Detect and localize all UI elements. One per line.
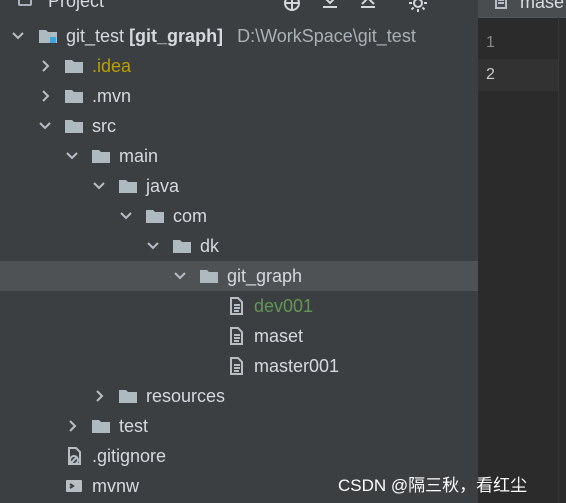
folder-icon — [64, 57, 84, 75]
watermark: CSDN @隔三秋，看红尘 — [338, 476, 528, 495]
tree-label-master001: master001 — [254, 356, 340, 376]
editor-tab-bar: mase — [478, 0, 566, 18]
tree-label-git-graph: git_graph — [227, 266, 303, 286]
gear-icon[interactable] — [407, 0, 429, 14]
chevron-down-icon[interactable] — [37, 118, 53, 134]
editor-panel: mase 1 2 — [478, 0, 566, 503]
terminal-file-icon — [64, 477, 84, 495]
project-tool-window: Project git_test [git_graph] D:\WorkSpac… — [0, 0, 478, 503]
folder-icon — [64, 87, 84, 105]
expand-all-icon[interactable] — [319, 0, 341, 14]
chevron-down-icon[interactable] — [118, 208, 134, 224]
tree-label-test: test — [119, 416, 149, 436]
folder-icon — [118, 177, 138, 195]
tree-label-mvnw: mvnw — [92, 476, 140, 496]
file-icon — [226, 297, 246, 315]
tree-row-com[interactable]: com — [0, 201, 478, 231]
line-number-gutter: 1 2 — [478, 27, 558, 503]
tree-label-mvn: .mvn — [92, 86, 132, 106]
tree-label-maset: maset — [254, 326, 304, 346]
tree-row-mvn[interactable]: .mvn — [0, 81, 478, 111]
chevron-right-icon[interactable] — [37, 88, 53, 104]
folder-icon — [118, 387, 138, 405]
tree-label-src: src — [92, 116, 116, 136]
project-name: git_test — [66, 26, 125, 46]
hide-panel-icon[interactable] — [447, 0, 469, 14]
tree-row-src[interactable]: src — [0, 111, 478, 141]
project-view-title[interactable]: Project — [48, 0, 104, 12]
line-number: 1 — [486, 34, 495, 51]
folder-icon — [91, 147, 111, 165]
chevron-down-icon[interactable] — [64, 148, 80, 164]
project-tree: git_test [git_graph] D:\WorkSpace\git_te… — [0, 21, 478, 501]
chevron-down-icon[interactable] — [172, 268, 188, 284]
folder-icon — [145, 207, 165, 225]
tree-label-resources: resources — [146, 386, 226, 406]
tree-row-resources[interactable]: resources — [0, 381, 478, 411]
tree-label-com: com — [173, 206, 208, 226]
tree-row-master001[interactable]: master001 — [0, 351, 478, 381]
tree-label-main: main — [119, 146, 159, 166]
tree-label-java: java — [146, 176, 180, 196]
tree-row-test[interactable]: test — [0, 411, 478, 441]
file-icon — [226, 327, 246, 345]
tree-row-gitignore[interactable]: .gitignore — [0, 441, 478, 471]
module-name: [git_graph] — [129, 26, 224, 46]
project-toolbar: Project — [0, 0, 478, 14]
folder-icon — [64, 117, 84, 135]
chevron-down-icon[interactable] — [145, 238, 161, 254]
tree-label-gitignore: .gitignore — [92, 446, 167, 466]
folder-icon — [91, 417, 111, 435]
tree-row-git-test[interactable]: git_test [git_graph] D:\WorkSpace\git_te… — [0, 21, 478, 51]
chevron-right-icon[interactable] — [64, 418, 80, 434]
chevron-down-icon[interactable] — [91, 178, 107, 194]
tree-row-main[interactable]: main — [0, 141, 478, 171]
tree-row-git-graph[interactable]: git_graph — [0, 261, 478, 291]
gitignore-file-icon — [64, 447, 84, 465]
tree-label-dk: dk — [200, 236, 220, 256]
project-view-icon — [18, 0, 32, 6]
tree-row-idea[interactable]: .idea — [0, 51, 478, 81]
file-icon — [494, 0, 508, 9]
editor-divider — [558, 17, 559, 503]
chevron-right-icon[interactable] — [37, 58, 53, 74]
editor-tab-label[interactable]: mase — [520, 0, 564, 13]
collapse-all-icon[interactable] — [357, 0, 379, 14]
chevron-right-icon[interactable] — [91, 388, 107, 404]
tree-label-idea: .idea — [92, 56, 132, 76]
tree-row-maset[interactable]: maset — [0, 321, 478, 351]
file-icon — [226, 357, 246, 375]
tree-label-git-test: git_test [git_graph] D:\WorkSpace\git_te… — [66, 21, 416, 51]
line-number: 2 — [478, 59, 558, 91]
tree-row-java[interactable]: java — [0, 171, 478, 201]
tree-row-dk[interactable]: dk — [0, 231, 478, 261]
chevron-down-icon[interactable] — [10, 28, 26, 44]
folder-icon — [199, 267, 219, 285]
module-folder-icon — [38, 27, 58, 45]
project-path: D:\WorkSpace\git_test — [237, 26, 416, 46]
tree-row-dev001[interactable]: dev001 — [0, 291, 478, 321]
tree-label-dev001: dev001 — [254, 296, 314, 316]
folder-icon — [172, 237, 192, 255]
locate-icon[interactable] — [281, 0, 303, 14]
